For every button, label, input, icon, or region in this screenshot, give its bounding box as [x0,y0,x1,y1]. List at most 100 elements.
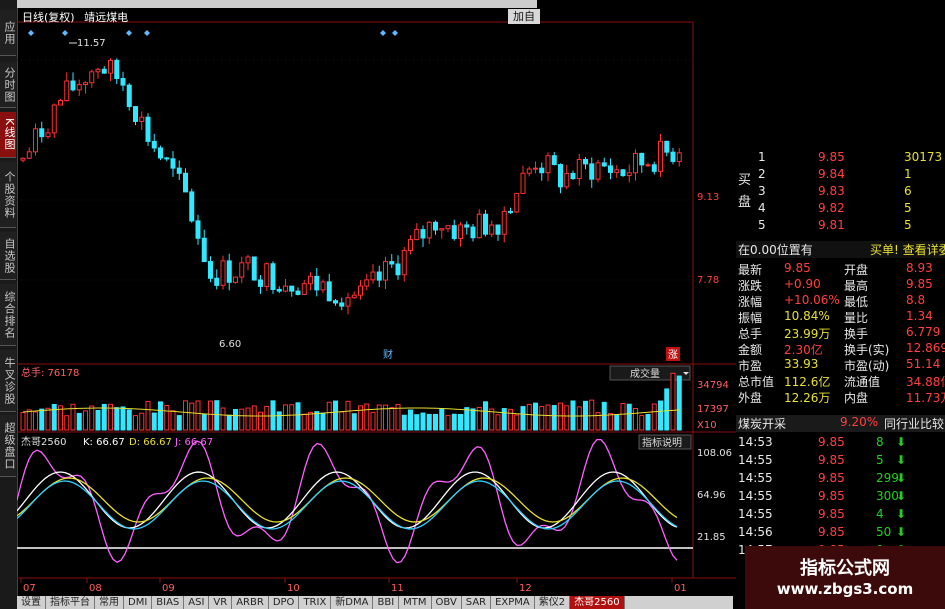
position-row[interactable]: 在0.00位置有 买单! 查看详委 [736,241,945,258]
candle-body [51,104,57,134]
volume-bar [333,400,338,431]
left-tab-7[interactable]: 超级盘口 [0,415,16,477]
indicator-tab-7[interactable]: ARBR [232,596,269,609]
volume-bar [139,412,145,431]
tick-row-5-cell: 50 [876,525,892,539]
indicator-tab-2[interactable]: 常用 [95,596,124,609]
volume-bar [676,375,682,431]
indicator-tab-8[interactable]: DPO [269,596,300,609]
volume-bar [326,401,332,431]
candle-body [276,288,282,292]
volume-bar [126,409,132,431]
volume-bar [264,405,270,431]
candle-body [501,210,507,235]
order-book-row-1-cell: 2 [758,167,766,181]
candle-body [376,271,382,281]
candle-body [639,152,645,166]
candle-body [508,210,513,213]
candle-body [551,155,557,166]
volume-bar [220,407,226,431]
volume-bar [601,401,607,431]
volume-bar [45,407,51,431]
left-tab-4[interactable]: 自选股 [0,232,16,280]
quote-row-0-cell: 8.93 [906,261,933,275]
quote-row-2-cell: +10.06% [784,293,840,307]
tick-row-2: 14:55 9.85 299 ⬇ [736,471,945,488]
tick-row-3: 14:55 9.85 300 ⬇ [736,489,945,506]
sector-row[interactable]: 煤炭开采 9.20% 同行业比较 [736,415,945,432]
tick-row-1-cell: 9.85 [818,453,845,467]
volume-bar [426,413,432,431]
candle-body [208,261,213,279]
tick-row-1: 14:55 9.85 5 ⬇ [736,453,945,470]
volume-bar [645,414,651,431]
indicator-tab-15[interactable]: EXPMA [491,596,535,609]
quote-row-7-cell: 112.6亿 [784,375,831,389]
candle-body [676,152,682,162]
indicator-tab-9[interactable]: TRIX [299,596,332,609]
candle-body [233,276,238,283]
order-book-row-2-cell: 3 [758,184,766,198]
candle-body [520,172,526,194]
volume-bar [120,406,126,431]
volume-bar [51,403,57,431]
volume-bar [514,414,520,431]
indicator-tab-16[interactable]: 紫仪2 [535,596,571,609]
quote-row-7-cell: 34.88亿 [906,375,945,389]
left-tab-1[interactable]: 分时图 [0,62,16,108]
candle-body [658,140,663,172]
volume-bar [670,372,676,431]
left-tab-6[interactable]: 牛叉诊股 [0,350,16,412]
candle-body [95,68,101,73]
indicator-tab-6[interactable]: VR [209,596,233,609]
left-tab-5[interactable]: 综合排名 [0,284,16,346]
indicator-tab-4[interactable]: BIAS [152,596,185,609]
indicator-tab-10[interactable]: 新DMA [331,596,374,609]
tick-row-4-cell: ⬇ [896,507,907,521]
left-tab-0[interactable]: 应用 [0,10,16,56]
kline-chart[interactable]: 9.13 7.78 11.57 6.60 财 涨总手: 76178 成交量 34794 1739… [17,0,737,609]
candle-body [408,239,413,251]
candle-body [83,82,88,86]
candle-body [483,213,488,235]
left-tab-3[interactable]: 个股资料 [0,162,16,228]
order-book-row-3-cell: 5 [904,201,912,215]
candle-body [370,271,376,281]
indicator-tab-12[interactable]: MTM [399,596,432,609]
high-price-label: 11.57 [77,38,106,49]
tick-row-0-cell: ⬇ [896,435,907,449]
quote-row-6-cell: 市盈 [738,359,763,373]
indicator-tab-17[interactable]: 杰哥2560 [570,596,625,609]
candle-body [45,132,51,138]
indicator-tab-13[interactable]: OBV [432,596,462,609]
quote-row-8-cell: 内盘 [844,391,869,405]
kdj-k-line [17,471,678,529]
volume-bar [301,413,307,431]
volume-bar [351,413,357,431]
indicator-tab-1[interactable]: 指标平台 [46,596,95,609]
indicator-tab-3[interactable]: DMI [124,596,153,609]
indicator-tab-11[interactable]: BBI [373,596,400,609]
candle-body [133,106,138,122]
add-self-button[interactable]: 加自 [508,9,540,24]
candle-body [201,237,207,263]
candle-body [433,221,438,231]
quote-row-8-cell: 11.73万 [906,391,945,405]
order-book-row-0: 1 9.85 30173 [736,150,945,167]
candle-body [426,221,432,239]
volume-bar [539,406,545,431]
candle-body [195,220,201,239]
indicator-tab-5[interactable]: ASI [184,596,210,609]
event-diamond-icon-0 [28,30,34,36]
watermark-url: www.zbgs3.com [776,580,914,598]
indicator-tab-14[interactable]: SAR [462,596,492,609]
left-tab-2[interactable]: K线图 [0,112,16,158]
event-diamond-icon-5 [392,30,398,36]
candle-body [570,172,576,180]
indicator-tab-0[interactable]: 设置 [17,596,46,609]
tick-row-4-cell: 9.85 [818,507,845,521]
quote-row-3-cell: 量比 [844,311,869,325]
tick-row-1-cell: 5 [876,453,884,467]
candle-body [651,164,657,172]
candle-body [439,228,445,231]
